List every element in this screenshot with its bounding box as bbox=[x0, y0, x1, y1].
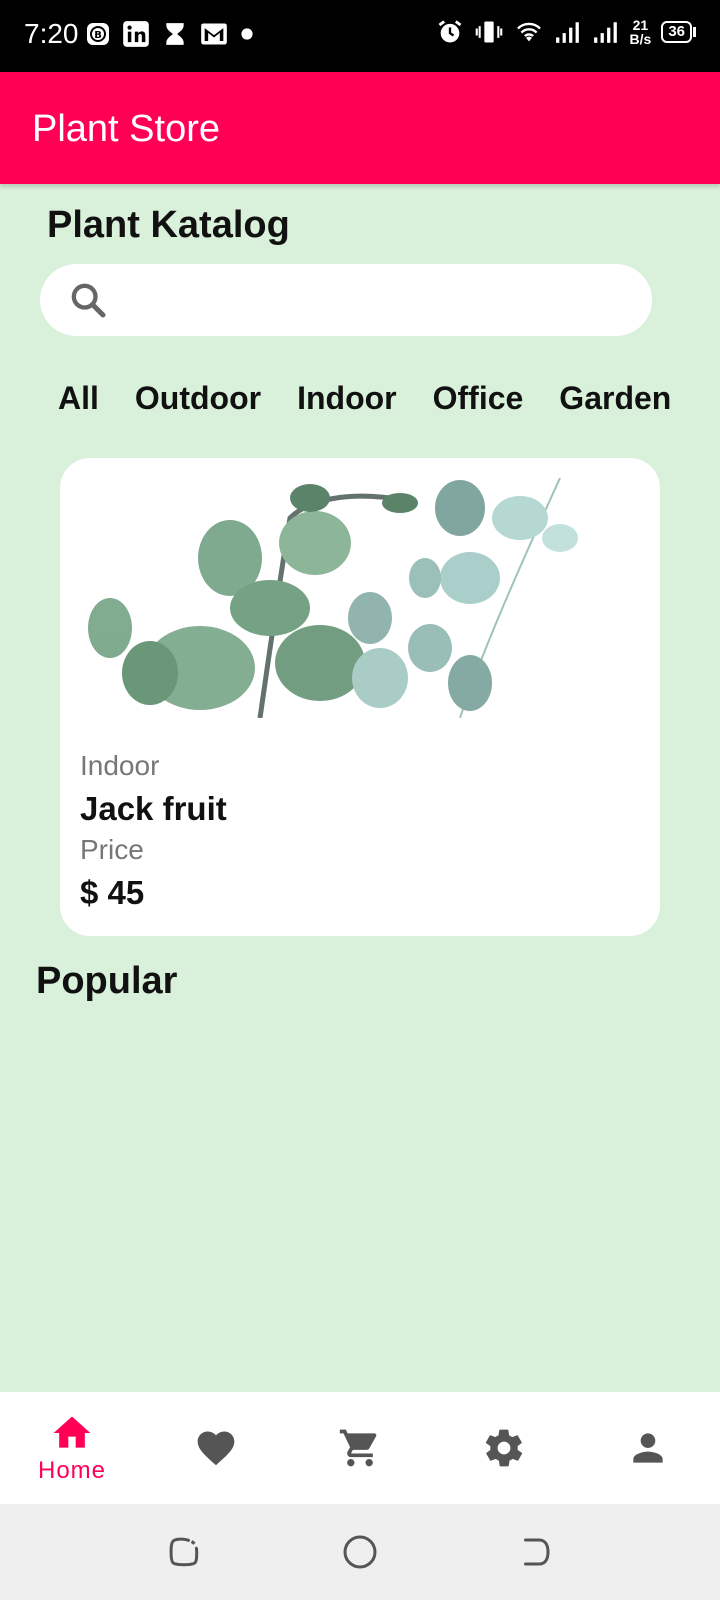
nav-home-label: Home bbox=[37, 1457, 107, 1484]
notification-dot-icon bbox=[241, 28, 253, 40]
back-icon[interactable] bbox=[518, 1534, 554, 1570]
app-bar: Plant Store bbox=[0, 72, 720, 184]
home-icon bbox=[53, 1416, 91, 1448]
gmail-icon bbox=[201, 23, 227, 45]
category-tab-indoor[interactable]: Indoor bbox=[279, 380, 415, 417]
category-tab-all[interactable]: All bbox=[40, 380, 117, 417]
search-bar[interactable] bbox=[40, 264, 652, 336]
plant-illustration bbox=[88, 478, 578, 718]
signal-icon-2 bbox=[593, 22, 617, 43]
nav-favorites[interactable] bbox=[144, 1392, 288, 1504]
net-speed-unit: B/s bbox=[629, 31, 652, 47]
battery-indicator: 36 bbox=[661, 21, 696, 43]
home-button-icon[interactable] bbox=[342, 1534, 378, 1570]
status-bar: 7:20 B 21 B/s 36 bbox=[0, 0, 720, 72]
category-tabs: All Outdoor Indoor Office Garden bbox=[40, 380, 720, 417]
svg-text:B: B bbox=[94, 30, 102, 41]
product-name: Jack fruit bbox=[80, 790, 227, 827]
product-image bbox=[80, 478, 630, 718]
nav-settings[interactable] bbox=[432, 1392, 576, 1504]
battery-tip bbox=[693, 27, 696, 37]
heart-icon bbox=[197, 1431, 235, 1466]
battery-level: 36 bbox=[661, 21, 692, 43]
bottom-navigation: Home bbox=[0, 1392, 720, 1504]
product-card[interactable]: Indoor Jack fruit Price $ 45 bbox=[60, 458, 660, 936]
cart-icon bbox=[339, 1429, 377, 1467]
linkedin-icon bbox=[123, 21, 149, 47]
net-speed: 21 B/s bbox=[630, 18, 652, 46]
nav-home[interactable]: Home bbox=[0, 1392, 144, 1504]
category-tab-outdoor[interactable]: Outdoor bbox=[117, 380, 279, 417]
vibrate-icon bbox=[475, 21, 502, 43]
product-price: $ 45 bbox=[80, 874, 145, 911]
wifi-icon bbox=[516, 22, 541, 42]
alarm-icon bbox=[438, 20, 461, 43]
recent-apps-icon[interactable] bbox=[166, 1534, 202, 1570]
catalog-title: Plant Katalog bbox=[47, 204, 290, 246]
settings-icon bbox=[485, 1429, 523, 1467]
signal-icon bbox=[555, 22, 579, 43]
net-speed-value: 21 bbox=[632, 17, 649, 33]
nav-cart[interactable] bbox=[288, 1392, 432, 1504]
person-icon bbox=[633, 1433, 663, 1463]
search-input[interactable] bbox=[124, 278, 624, 322]
system-navigation-bar bbox=[0, 1504, 720, 1600]
category-tab-office[interactable]: Office bbox=[415, 380, 542, 417]
product-category: Indoor bbox=[80, 750, 160, 781]
search-icon bbox=[71, 283, 106, 318]
nav-profile[interactable] bbox=[576, 1392, 720, 1504]
category-tab-garden[interactable]: Garden bbox=[541, 380, 689, 417]
product-price-label: Price bbox=[80, 834, 144, 865]
app-title: Plant Store bbox=[32, 108, 220, 150]
popular-title: Popular bbox=[36, 960, 178, 1002]
status-time: 7:20 bbox=[24, 18, 79, 49]
b-app-icon: B bbox=[87, 23, 109, 45]
hourglass-icon bbox=[166, 23, 184, 45]
